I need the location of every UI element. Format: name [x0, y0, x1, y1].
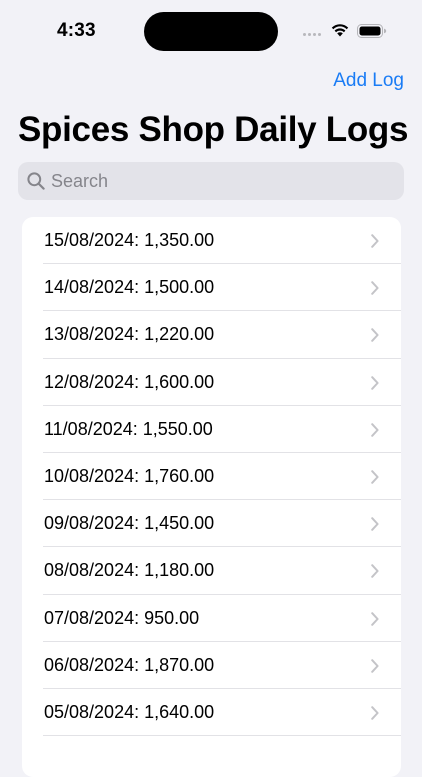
chevron-right-icon — [371, 281, 379, 295]
search-bar[interactable] — [18, 162, 404, 200]
log-row[interactable]: 08/08/2024: 1,180.00 — [22, 547, 401, 595]
page-title: Spices Shop Daily Logs — [18, 110, 409, 149]
log-row[interactable]: 12/08/2024: 1,600.00 — [22, 359, 401, 406]
chevron-right-icon — [371, 517, 379, 531]
log-row[interactable]: 05/08/2024: 1,640.00 — [22, 689, 401, 737]
chevron-right-icon — [371, 611, 379, 626]
log-row[interactable]: 06/08/2024: 1,870.00 — [22, 642, 401, 690]
log-row[interactable]: 13/08/2024: 1,220.00 — [22, 311, 401, 359]
log-entry-text: 09/08/2024: 1,450.00 — [44, 513, 215, 534]
signal-dots-icon — [303, 33, 321, 36]
log-entry-text: 06/08/2024: 1,870.00 — [44, 654, 215, 675]
log-entry-text: 12/08/2024: 1,600.00 — [44, 371, 215, 392]
search-input[interactable] — [51, 162, 391, 200]
log-row[interactable] — [22, 736, 401, 777]
chevron-right-icon — [371, 658, 379, 673]
chevron-right-icon — [371, 375, 379, 390]
log-row[interactable]: 15/08/2024: 1,350.00 — [22, 217, 401, 265]
log-row[interactable]: 10/08/2024: 1,760.00 — [22, 453, 401, 501]
log-entry-text: 08/08/2024: 1,180.00 — [44, 560, 215, 581]
log-entry-text: 13/08/2024: 1,220.00 — [44, 324, 215, 345]
log-row[interactable]: 14/08/2024: 1,500.00 — [22, 264, 401, 312]
log-entry-text: 14/08/2024: 1,500.00 — [44, 277, 215, 298]
log-entry-text: 07/08/2024: 950.00 — [44, 607, 200, 628]
chevron-right-icon — [371, 328, 379, 343]
chevron-right-icon — [371, 706, 379, 720]
add-log-button[interactable]: Add Log — [333, 70, 404, 92]
log-list: 15/08/2024: 1,350.00 14/08/2024: 1,500.0… — [22, 217, 401, 777]
battery-icon — [357, 24, 387, 38]
log-entry-text: 11/08/2024: 1,550.00 — [44, 418, 213, 439]
log-entry-text: 10/08/2024: 1,760.00 — [44, 465, 215, 486]
wifi-icon — [331, 24, 349, 37]
search-icon — [27, 172, 45, 190]
chevron-right-icon — [371, 470, 379, 484]
log-row[interactable]: 07/08/2024: 950.00 — [22, 595, 401, 642]
log-entry-text: 15/08/2024: 1,350.00 — [44, 230, 215, 250]
status-bar: 4:33 — [0, 0, 422, 62]
chevron-right-icon — [371, 422, 379, 437]
status-time: 4:33 — [57, 20, 96, 41]
dynamic-island — [144, 12, 278, 51]
log-entry-text: 05/08/2024: 1,640.00 — [44, 701, 215, 722]
chevron-right-icon — [371, 564, 379, 579]
log-row[interactable]: 11/08/2024: 1,550.00 — [22, 406, 401, 454]
log-row[interactable]: 09/08/2024: 1,450.00 — [22, 500, 401, 548]
chevron-right-icon — [371, 234, 379, 248]
